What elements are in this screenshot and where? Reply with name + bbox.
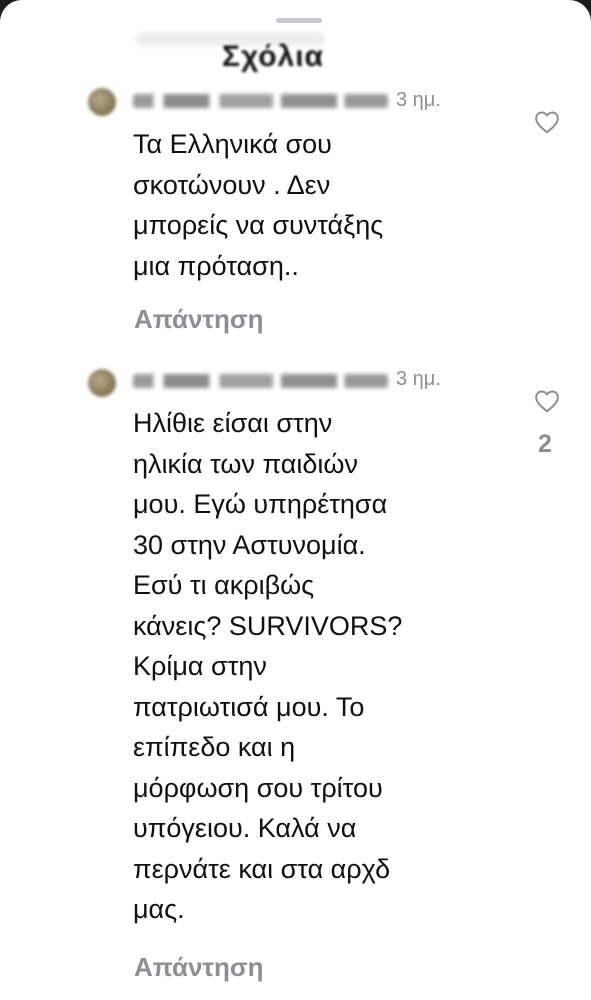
- heart-icon[interactable]: [534, 110, 560, 134]
- username-blurred[interactable]: [133, 374, 388, 388]
- username-blurred[interactable]: [133, 94, 388, 108]
- avatar[interactable]: [88, 88, 116, 116]
- comments-sheet: Σχόλια 3 ημ. Τα Ελληνικά σου σκοτώνουν .…: [0, 0, 591, 1000]
- comment-time: 3 ημ.: [396, 89, 441, 111]
- like-count: 2: [538, 430, 552, 458]
- comment-text: Τα Ελληνικά σου σκοτώνουν . Δεν μπορείς …: [133, 129, 384, 281]
- comment-time: 3 ημ.: [396, 368, 441, 390]
- reply-button[interactable]: Απάντηση: [134, 304, 264, 335]
- avatar[interactable]: [88, 369, 116, 397]
- comment-text: Ηλίθιε είσαι στην ηλικία των παιδιών μου…: [133, 408, 403, 924]
- heart-icon[interactable]: [534, 389, 560, 413]
- sheet-title: Σχόλια: [222, 40, 324, 73]
- drag-handle[interactable]: [276, 18, 322, 23]
- reply-button[interactable]: Απάντηση: [134, 952, 264, 983]
